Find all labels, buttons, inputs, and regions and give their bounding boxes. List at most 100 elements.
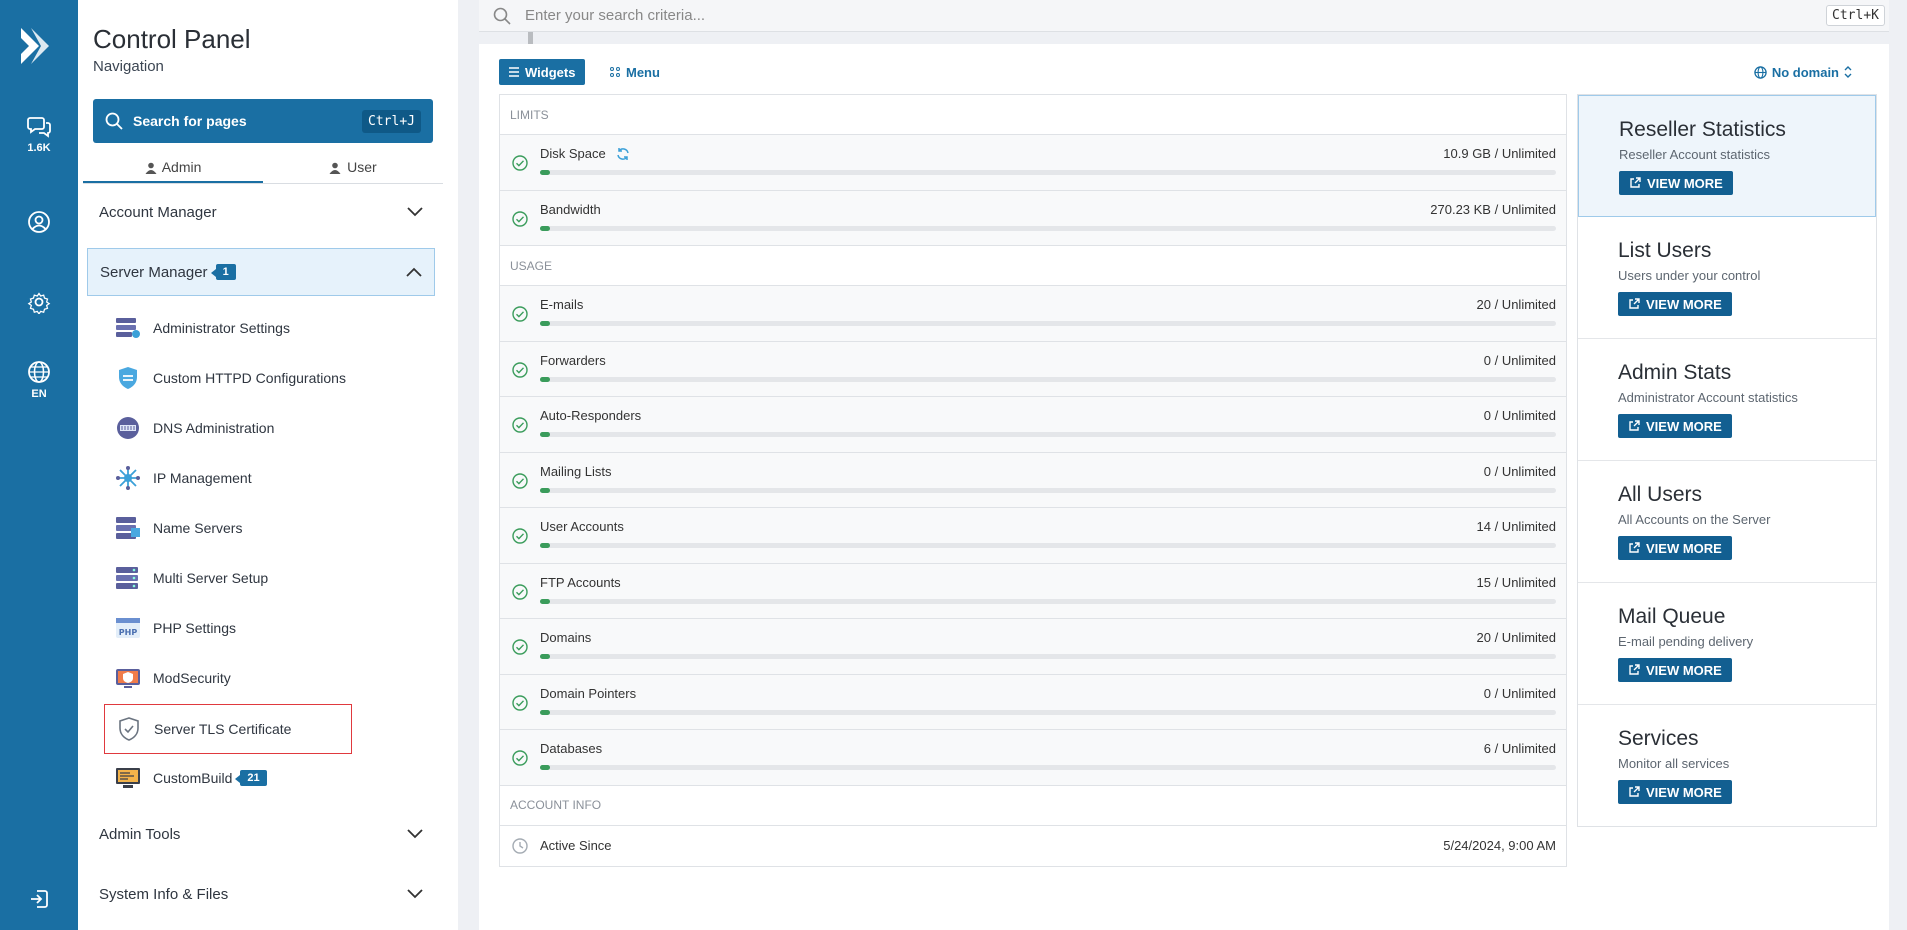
- nav-item-ip-management[interactable]: IP Management: [115, 463, 252, 493]
- section-label: Server Manager: [100, 263, 208, 281]
- external-link-icon: [1629, 542, 1640, 553]
- quick-link-cards: Reseller Statistics Reseller Account stat…: [1577, 94, 1877, 827]
- view-more-button[interactable]: VIEW MORE: [1618, 414, 1732, 438]
- logout-icon: [31, 890, 48, 908]
- chevron-up-icon: [406, 267, 422, 277]
- usage-progress-bar: [540, 598, 1556, 604]
- view-more-label: VIEW MORE: [1646, 784, 1722, 800]
- card-title: All Users: [1618, 483, 1703, 506]
- app-logo-icon[interactable]: [17, 26, 57, 66]
- global-search-input[interactable]: Enter your search criteria...: [525, 7, 705, 24]
- language-rail-item[interactable]: EN: [0, 360, 78, 400]
- limits-section-header: LIMITS: [500, 95, 1566, 135]
- panel-title: Control Panel: [93, 24, 251, 54]
- chevron-down-icon: [407, 829, 423, 839]
- tab-admin-label: Admin: [161, 159, 202, 175]
- section-system-info-files[interactable]: System Info & Files: [87, 870, 435, 918]
- nav-item-custombuild[interactable]: CustomBuild 21: [115, 763, 267, 793]
- profile-rail-item[interactable]: [0, 210, 78, 238]
- admin-user-icon: [145, 162, 157, 174]
- messages-rail-item[interactable]: 1.6K: [0, 116, 78, 154]
- server-manager-count-badge: 1: [210, 264, 236, 280]
- stat-row: Forwarders 0 / Unlimited: [500, 341, 1566, 397]
- stat-row: FTP Accounts 15 / Unlimited: [500, 563, 1566, 619]
- nav-item-label: Administrator Settings: [153, 320, 290, 336]
- stat-value: 0 / Unlimited: [1483, 352, 1556, 368]
- usage-progress-fill: [540, 598, 551, 604]
- usage-progress-fill: [540, 654, 551, 659]
- tab-user-label: User: [347, 159, 377, 175]
- view-more-label: VIEW MORE: [1646, 540, 1722, 556]
- chat-bubbles-icon: [27, 117, 51, 138]
- view-more-button[interactable]: VIEW MORE: [1618, 292, 1732, 316]
- menu-view-label: Menu: [626, 64, 660, 80]
- tls-shield-icon: [116, 717, 142, 741]
- section-account-manager[interactable]: Account Manager: [87, 188, 435, 236]
- page-search-label: Search for pages: [133, 113, 247, 129]
- check-circle-icon: [512, 306, 528, 322]
- view-more-label: VIEW MORE: [1646, 662, 1722, 678]
- stat-value: 6 / Unlimited: [1483, 741, 1556, 756]
- card-title: Services: [1618, 727, 1699, 750]
- usage-progress-bar: [540, 654, 1556, 659]
- card-title: List Users: [1618, 239, 1712, 262]
- tab-user[interactable]: User: [263, 154, 443, 183]
- nav-item-modsecurity[interactable]: ModSecurity: [115, 663, 231, 693]
- external-link-icon: [1629, 298, 1640, 309]
- section-admin-tools[interactable]: Admin Tools: [87, 810, 435, 858]
- external-link-icon: [1629, 664, 1640, 675]
- logout-rail-item[interactable]: [0, 888, 78, 914]
- settings-rail-item[interactable]: [0, 290, 78, 318]
- usage-progress-bar: [540, 543, 1556, 548]
- view-more-button[interactable]: VIEW MORE: [1618, 658, 1732, 682]
- chevron-updown-icon: [1844, 66, 1852, 78]
- nav-item-administrator-settings[interactable]: Administrator Settings: [115, 313, 290, 343]
- nav-item-label: Custom HTTPD Configurations: [153, 370, 346, 386]
- stat-label: Disk Space: [540, 146, 630, 164]
- nav-item-server-tls-certificate[interactable]: Server TLS Certificate: [104, 704, 352, 754]
- quick-link-card: All Users All Accounts on the Server VIEW …: [1578, 461, 1876, 583]
- nav-item-php-settings[interactable]: PHP PHP Settings: [115, 613, 236, 643]
- stat-row: Auto-Responders 0 / Unlimited: [500, 397, 1566, 453]
- account-info-row: Active Since 5/24/2024, 9:00 AM: [500, 826, 1566, 866]
- nav-item-name-servers[interactable]: Name Servers: [115, 513, 242, 543]
- view-more-button[interactable]: VIEW MORE: [1618, 536, 1732, 560]
- stat-label: Auto-Responders: [540, 408, 642, 423]
- usage-progress-fill: [540, 321, 551, 326]
- usage-progress-fill: [540, 376, 551, 382]
- card-title: Mail Queue: [1618, 605, 1726, 628]
- search-icon: [105, 112, 123, 130]
- tab-admin[interactable]: Admin: [83, 154, 263, 183]
- stat-value: 0 / Unlimited: [1483, 408, 1556, 423]
- panel-subtitle: Navigation: [93, 58, 164, 75]
- view-more-button[interactable]: VIEW MORE: [1618, 780, 1732, 804]
- role-tabs: Admin User: [83, 154, 443, 184]
- section-label: Account Manager: [99, 203, 217, 221]
- nav-item-dns-administration[interactable]: DNS Administration: [115, 413, 274, 443]
- navigation-panel: Control Panel Navigation Search for page…: [78, 0, 533, 930]
- page-search-button[interactable]: Search for pages Ctrl+J: [93, 99, 433, 143]
- messages-count: 1.6K: [27, 142, 51, 154]
- usage-progress-fill: [540, 487, 551, 493]
- view-more-button[interactable]: VIEW MORE: [1619, 171, 1733, 195]
- domain-selector[interactable]: No domain: [1749, 59, 1857, 85]
- svg-text:PHP: PHP: [119, 628, 138, 637]
- nav-item-custom-httpd[interactable]: Custom HTTPD Configurations: [115, 363, 346, 393]
- nav-item-label: PHP Settings: [153, 620, 237, 636]
- card-title: Reseller Statistics: [1619, 118, 1786, 141]
- nav-item-label: IP Management: [153, 470, 252, 486]
- nav-item-label: DNS Administration: [153, 420, 275, 436]
- nav-item-multi-server-setup[interactable]: Multi Server Setup: [115, 563, 268, 593]
- usage-progress-fill: [540, 170, 551, 175]
- stat-label: E-mails: [540, 297, 584, 312]
- menu-view-button[interactable]: Menu: [604, 59, 666, 85]
- stat-row: Domains 20 / Unlimited: [500, 619, 1566, 675]
- global-search-shortcut: Ctrl+K: [1826, 5, 1885, 26]
- global-search-bar[interactable]: Enter your search criteria... Ctrl+K: [479, 0, 1889, 32]
- refresh-icon[interactable]: [616, 147, 630, 164]
- card-subtitle: E-mail pending delivery: [1618, 634, 1754, 649]
- card-subtitle: Users under your control: [1618, 268, 1761, 283]
- quick-link-card: Services Monitor all services VIEW MORE: [1578, 705, 1876, 826]
- section-server-manager[interactable]: Server Manager 1: [87, 248, 435, 296]
- widgets-view-button[interactable]: Widgets: [499, 59, 586, 85]
